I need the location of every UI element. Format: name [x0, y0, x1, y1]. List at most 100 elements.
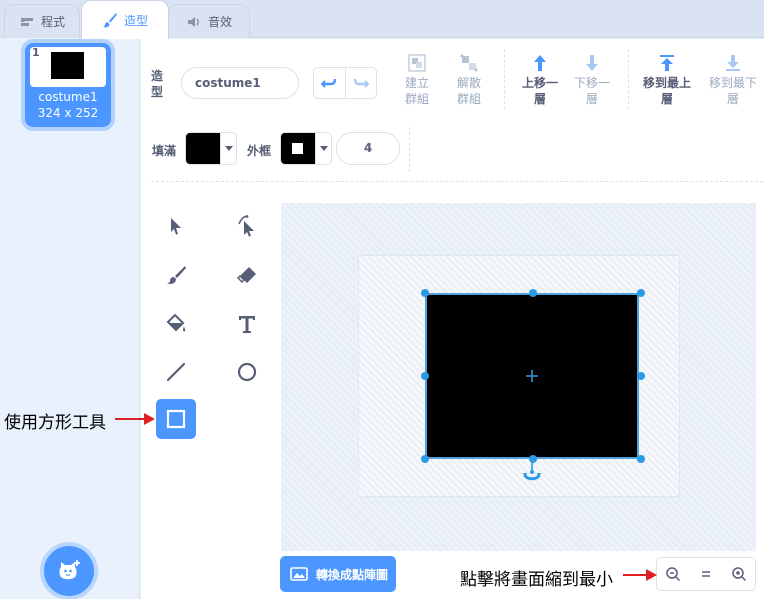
convert-to-bitmap-label: 轉換成點陣圖	[316, 567, 389, 582]
outline-label: 外框	[247, 144, 272, 158]
costume-list: 1 costume1 324 x 252	[0, 38, 140, 599]
send-to-back-icon	[726, 55, 740, 71]
fill-icon	[166, 313, 186, 332]
front-button[interactable]: 移到最上層	[641, 53, 693, 107]
annotation-rect-tool: 使用方形工具	[4, 413, 106, 433]
select-icon	[171, 218, 181, 235]
fill-tool[interactable]	[156, 304, 196, 344]
back-label: 移到最下層	[708, 76, 757, 106]
brush-icon	[167, 266, 186, 284]
forward-label: 上移一層	[521, 76, 558, 106]
fill-color-swatch	[186, 133, 220, 164]
group-button[interactable]: 建立群組	[391, 53, 443, 107]
resize-handle[interactable]	[637, 289, 645, 297]
rectangle-icon	[166, 409, 186, 429]
ungroup-icon	[460, 54, 478, 72]
reshape-icon	[238, 215, 254, 237]
choose-costume-icon	[59, 560, 80, 580]
tab-costumes-label: 造型	[123, 13, 148, 28]
zoom-in-icon	[731, 567, 746, 582]
back-button[interactable]: 移到最下層	[707, 53, 759, 107]
resize-handle[interactable]	[421, 372, 429, 380]
front-label: 移到最上層	[642, 76, 691, 106]
sound-icon	[187, 16, 199, 27]
resize-handle[interactable]	[637, 372, 645, 380]
costume-thumbnail-image	[51, 52, 84, 79]
bring-to-front-icon	[660, 55, 674, 71]
group-icon	[408, 54, 426, 72]
costume-number: 1	[32, 46, 40, 59]
costume-name: costume1	[38, 90, 98, 104]
paint-canvas-area[interactable]	[281, 203, 756, 551]
fill-dropdown-arrow	[220, 133, 236, 164]
rectangle-tool[interactable]	[156, 399, 196, 439]
annotation-zoom-out: 點擊將畫面縮到最小	[460, 570, 613, 590]
undo-button[interactable]	[314, 68, 345, 98]
move-backward-icon	[586, 55, 598, 71]
costume-name-label: 造型	[151, 69, 164, 99]
group-label: 建立群組	[404, 76, 429, 106]
redo-icon	[353, 78, 369, 88]
costume-stage[interactable]	[358, 255, 680, 497]
annotation-arrow-icon	[115, 413, 155, 425]
select-tool[interactable]	[156, 206, 196, 246]
backward-button[interactable]: 下移一層	[566, 53, 618, 107]
outline-color-picker[interactable]	[280, 132, 332, 165]
resize-handle[interactable]	[529, 289, 537, 297]
eraser-icon	[236, 267, 256, 284]
eraser-tool[interactable]	[227, 255, 267, 295]
ungroup-button[interactable]: 解散群組	[443, 53, 495, 107]
row-divider	[409, 127, 410, 172]
tab-code[interactable]: 程式	[4, 4, 80, 38]
outline-color-swatch	[281, 133, 315, 164]
resize-handle[interactable]	[421, 455, 429, 463]
redo-button[interactable]	[344, 68, 377, 98]
forward-button[interactable]: 上移一層	[514, 53, 566, 107]
equals-icon	[701, 571, 710, 577]
zoom-in-button[interactable]	[722, 557, 756, 591]
line-tool[interactable]	[156, 352, 196, 392]
costume-size: 324 x 252	[37, 106, 99, 120]
section-divider	[151, 181, 763, 182]
line-icon	[166, 362, 186, 382]
move-forward-icon	[534, 55, 546, 71]
toolbar-divider	[504, 49, 505, 109]
undo-redo-group	[313, 67, 377, 99]
text-tool[interactable]	[227, 304, 267, 344]
tab-sounds-label: 音效	[207, 15, 232, 29]
text-icon	[239, 316, 255, 333]
tab-sounds[interactable]: 音效	[168, 4, 250, 38]
choose-costume-button[interactable]	[44, 546, 94, 596]
annotation-arrow-icon	[623, 569, 657, 581]
zoom-out-icon	[666, 567, 681, 582]
tab-costumes[interactable]: 造型	[81, 0, 169, 39]
zoom-reset-button[interactable]	[689, 557, 723, 591]
circle-tool[interactable]	[227, 352, 267, 392]
zoom-out-button[interactable]	[656, 557, 690, 591]
circle-icon	[237, 362, 257, 382]
costume-thumbnail	[30, 47, 106, 87]
costume-name-input[interactable]: costume1	[181, 67, 299, 99]
chevron-down-icon	[224, 146, 233, 151]
backward-label: 下移一層	[573, 76, 610, 106]
costume-item[interactable]: 1 costume1 324 x 252	[25, 43, 111, 127]
reshape-tool[interactable]	[227, 206, 267, 246]
image-icon	[290, 567, 308, 581]
undo-icon	[321, 78, 337, 88]
ungroup-label: 解散群組	[456, 76, 481, 106]
resize-handle[interactable]	[637, 455, 645, 463]
resize-handle[interactable]	[421, 289, 429, 297]
outline-width-input[interactable]: 4	[336, 132, 400, 165]
tab-bar: 程式 音效 造型	[0, 0, 764, 39]
rotate-handle-icon[interactable]	[522, 460, 542, 484]
fill-color-picker[interactable]	[185, 132, 237, 165]
code-icon	[20, 17, 33, 26]
convert-to-bitmap-button[interactable]: 轉換成點陣圖	[280, 556, 396, 592]
brush-icon	[102, 13, 117, 28]
outline-dropdown-arrow	[315, 133, 331, 164]
fill-label: 填滿	[152, 144, 177, 158]
toolbar-divider-2	[628, 49, 629, 109]
chevron-down-icon	[319, 146, 328, 151]
brush-tool[interactable]	[156, 255, 196, 295]
paint-editor: 造型 costume1 建立群組 解散群組 上移一層 下移一層 移到最上層 移到…	[141, 39, 764, 599]
